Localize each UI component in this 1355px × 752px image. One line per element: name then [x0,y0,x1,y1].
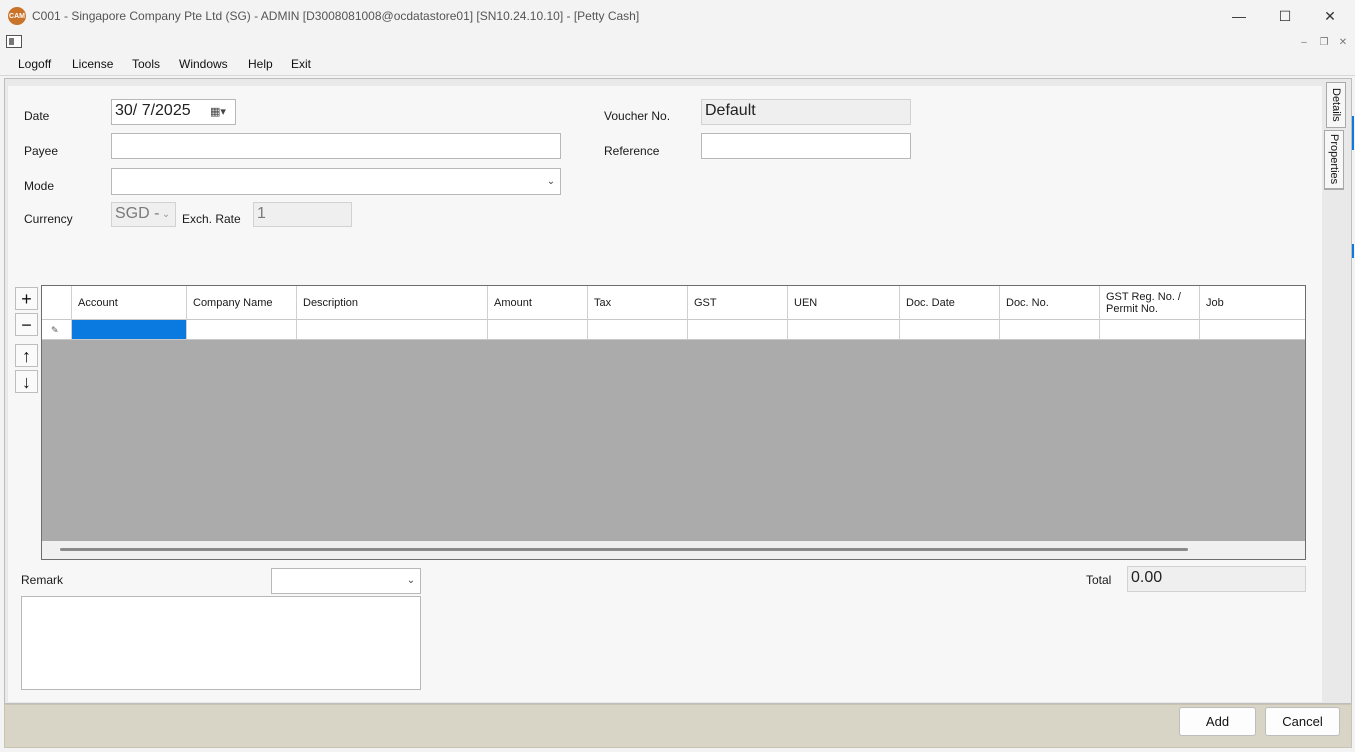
app-logo-icon: CAM [8,7,26,25]
mdi-window-icon[interactable] [6,35,22,48]
remark-textarea[interactable] [21,596,421,690]
exch-rate-value: 1 [257,205,266,222]
row-selector[interactable]: ✎ [42,320,72,339]
column-header[interactable]: UEN [788,286,900,320]
voucher-no-value: Default [705,102,756,119]
mode-label: Mode [24,179,55,193]
tax-cell[interactable] [588,320,688,339]
edit-row-icon: ✎ [51,325,59,335]
column-header[interactable]: Company Name [187,286,297,320]
chevron-down-icon: ⌄ [161,208,171,220]
company-name-cell[interactable] [187,320,297,339]
line-items-grid: Account Company Name Description Amount … [41,285,1306,560]
cancel-button[interactable]: Cancel [1265,707,1340,736]
exch-rate-label: Exch. Rate [182,212,241,226]
chevron-down-icon: ⌄ [546,175,556,187]
column-header[interactable]: GST Reg. No. / Permit No. [1100,286,1200,320]
close-button[interactable]: ✕ [1307,0,1353,32]
title-bar: CAM C001 - Singapore Company Pte Ltd (SG… [0,0,1355,32]
menu-help[interactable]: Help [248,57,273,71]
mdi-restore-button[interactable]: ❐ [1316,34,1332,50]
menu-exit[interactable]: Exit [291,57,311,71]
total-value: 0.00 [1131,569,1163,586]
menu-windows[interactable]: Windows [179,57,228,71]
payee-input[interactable] [111,133,561,159]
total-label: Total [1086,573,1112,587]
column-header[interactable]: Amount [488,286,588,320]
currency-select[interactable]: SGD - ⌄ [111,202,176,227]
remove-row-button[interactable]: − [15,313,38,336]
exch-rate-input[interactable]: 1 [253,202,352,227]
menu-license[interactable]: License [72,57,113,71]
horizontal-scrollbar[interactable] [42,541,1305,559]
column-header[interactable]: Doc. No. [1000,286,1100,320]
mdi-minimize-button[interactable]: – [1296,34,1312,50]
move-down-button[interactable]: ↓ [15,370,38,393]
remark-label: Remark [21,573,64,587]
payee-label: Payee [24,144,59,158]
table-row[interactable]: ✎ [42,320,1305,340]
column-header[interactable]: Tax [588,286,688,320]
minimize-button[interactable]: — [1216,0,1262,32]
column-header[interactable]: Description [297,286,488,320]
total-field: 0.00 [1127,566,1306,592]
remark-template-select[interactable]: ⌄ [271,568,421,594]
menu-logoff[interactable]: Logoff [18,57,51,71]
menu-bar: Logoff License Tools Windows Help Exit [0,52,1355,76]
column-header[interactable]: Account [72,286,187,320]
window-title: C001 - Singapore Company Pte Ltd (SG) - … [32,9,640,23]
reference-input[interactable] [701,133,911,159]
gst-reg-no-cell[interactable] [1100,320,1200,339]
menu-tools[interactable]: Tools [132,57,160,71]
date-value: 30/ 7/2025 [115,102,191,119]
doc-no-cell[interactable] [1000,320,1100,339]
maximize-button[interactable]: ☐ [1262,0,1308,32]
tab-properties-label: Properties [1328,134,1340,185]
date-label: Date [24,109,50,123]
move-up-button[interactable]: ↑ [15,344,38,367]
uen-cell[interactable] [788,320,900,339]
tab-details[interactable]: Details [1326,82,1346,128]
date-picker[interactable]: 30/ 7/2025 ▦▾ [111,99,236,125]
column-header[interactable]: Doc. Date [900,286,1000,320]
job-cell[interactable] [1200,320,1305,339]
voucher-no-label: Voucher No. [604,109,671,123]
voucher-no-input[interactable]: Default [701,99,911,125]
mdi-close-button[interactable]: ✕ [1335,34,1351,50]
gst-cell[interactable] [688,320,788,339]
currency-value: SGD - [115,205,160,222]
action-bar [4,704,1352,748]
calendar-dropdown-icon[interactable]: ▦▾ [207,107,229,118]
grid-header: Account Company Name Description Amount … [42,286,1305,320]
add-row-button[interactable]: + [15,287,38,310]
currency-label: Currency [24,212,73,226]
mdi-control-row: – ❐ ✕ [0,32,1355,52]
column-header[interactable]: Job [1200,286,1305,320]
doc-date-cell[interactable] [900,320,1000,339]
column-header[interactable]: GST [688,286,788,320]
description-cell[interactable] [297,320,488,339]
background-window-edge [1352,116,1354,150]
scrollbar-thumb[interactable] [60,548,1188,551]
add-button[interactable]: Add [1179,707,1256,736]
mode-select[interactable]: ⌄ [111,168,561,195]
reference-label: Reference [604,144,660,158]
tab-properties[interactable]: Properties [1324,130,1344,190]
row-selector-header [42,286,72,320]
chevron-down-icon: ⌄ [406,575,416,586]
tab-details-label: Details [1330,88,1342,122]
account-cell[interactable] [72,320,187,339]
amount-cell[interactable] [488,320,588,339]
background-window-edge [1352,244,1354,258]
